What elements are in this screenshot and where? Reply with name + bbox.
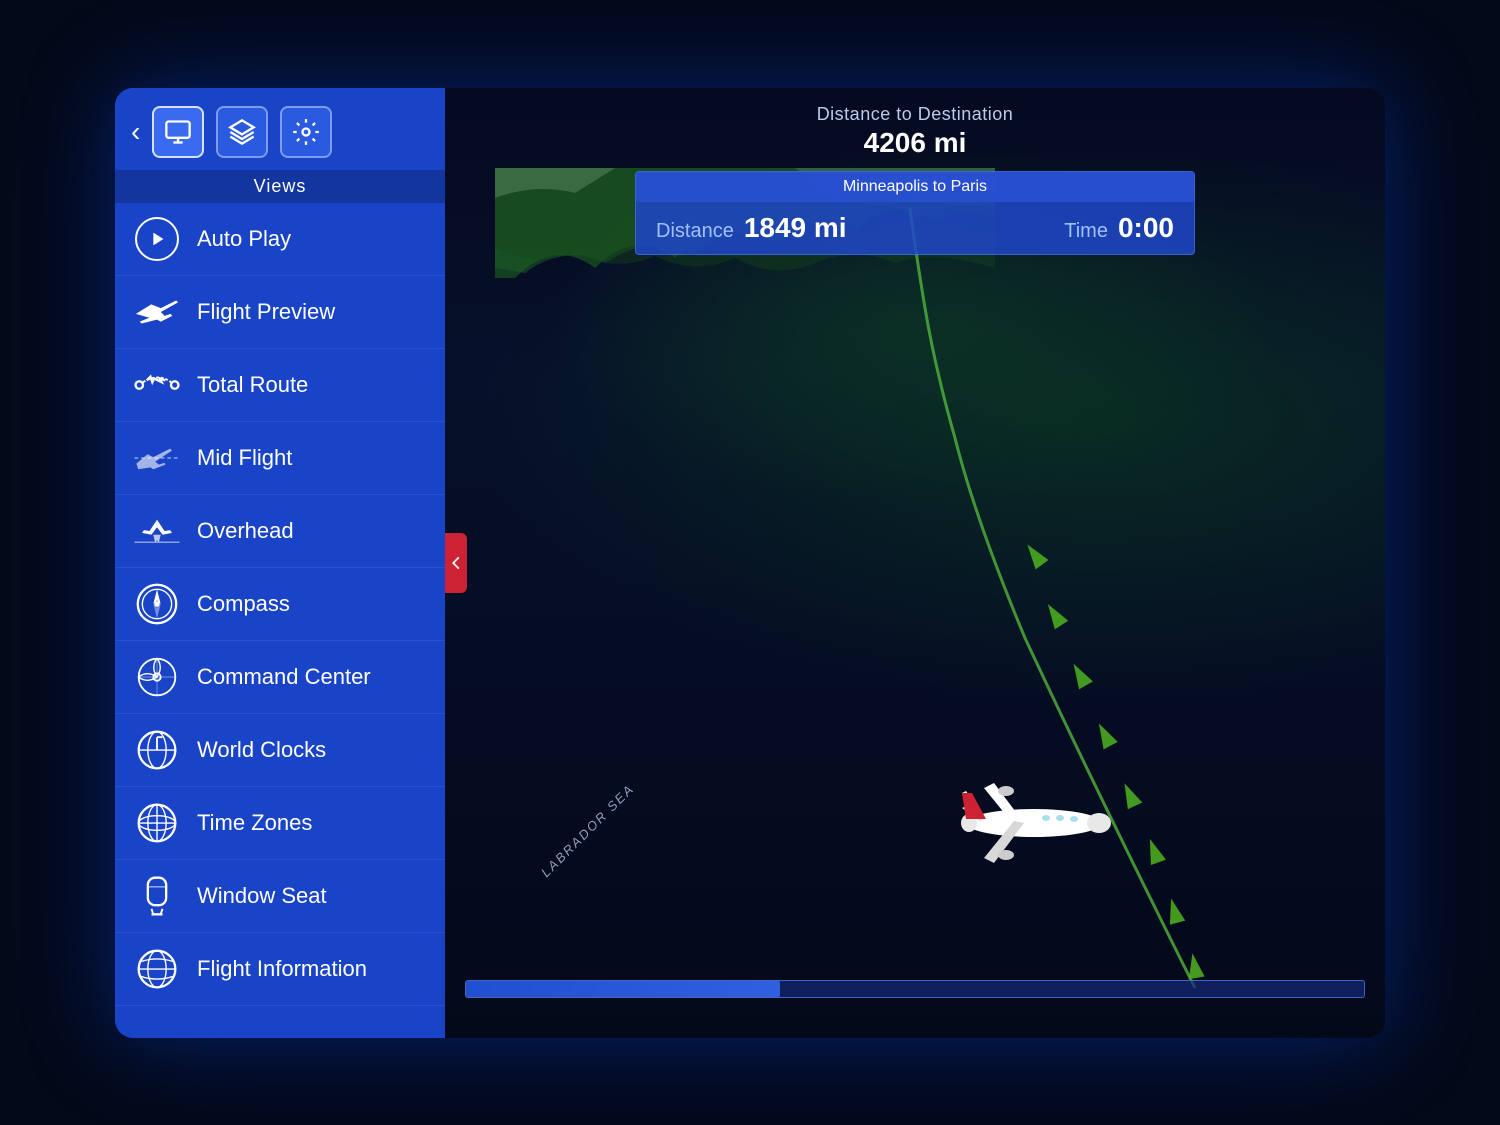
monitor-icon bbox=[164, 118, 192, 146]
sidebar-item-overhead[interactable]: Overhead bbox=[115, 495, 445, 568]
world-clocks-label: World Clocks bbox=[197, 737, 326, 763]
time-label: Time bbox=[1064, 220, 1108, 243]
compass-label: Compass bbox=[197, 591, 290, 617]
sidebar-item-total-route[interactable]: Total Route bbox=[115, 349, 445, 422]
window-seat-icon bbox=[131, 870, 183, 922]
main-content: Distance to Destination 4206 mi Minneapo… bbox=[445, 88, 1385, 1038]
compass-icon bbox=[131, 578, 183, 630]
sidebar: ‹ bbox=[115, 88, 445, 1038]
distance-value: 1849 mi bbox=[744, 212, 847, 244]
sidebar-item-world-clocks[interactable]: World Clocks bbox=[115, 714, 445, 787]
sidebar-item-flight-information[interactable]: Flight Information bbox=[115, 933, 445, 1006]
progress-bar-fill bbox=[466, 981, 780, 997]
overhead-label: Overhead bbox=[197, 518, 294, 544]
flight-preview-label: Flight Preview bbox=[197, 299, 335, 325]
sidebar-item-auto-play[interactable]: Auto Play bbox=[115, 203, 445, 276]
flight-information-icon bbox=[131, 943, 183, 995]
overhead-icon bbox=[131, 505, 183, 557]
time-zones-icon bbox=[131, 797, 183, 849]
gear-icon bbox=[292, 118, 320, 146]
flight-preview-icon bbox=[131, 286, 183, 338]
time-zones-label: Time Zones bbox=[197, 810, 312, 836]
route-details: Distance 1849 mi Time 0:00 bbox=[636, 202, 1194, 254]
screen-container: ‹ bbox=[115, 88, 1385, 1038]
distance-label: Distance bbox=[656, 220, 734, 243]
top-info: Distance to Destination 4206 mi Minneapo… bbox=[445, 88, 1385, 255]
distance-to-destination-label: Distance to Destination bbox=[817, 104, 1014, 125]
distance-stat: Distance 1849 mi bbox=[656, 212, 847, 244]
collapse-tab[interactable] bbox=[445, 533, 467, 593]
layers-icon bbox=[228, 118, 256, 146]
mid-flight-icon bbox=[131, 432, 183, 484]
back-button[interactable]: ‹ bbox=[131, 118, 140, 146]
sidebar-item-window-seat[interactable]: Window Seat bbox=[115, 860, 445, 933]
route-info-box: Minneapolis to Paris Distance 1849 mi Ti… bbox=[635, 171, 1195, 255]
command-center-label: Command Center bbox=[197, 664, 371, 690]
settings-icon-button[interactable] bbox=[280, 106, 332, 158]
time-stat: Time 0:00 bbox=[1064, 212, 1174, 244]
total-route-icon bbox=[131, 359, 183, 411]
play-icon bbox=[131, 213, 183, 265]
command-center-icon bbox=[131, 651, 183, 703]
mid-flight-label: Mid Flight bbox=[197, 445, 292, 471]
world-clocks-icon bbox=[131, 724, 183, 776]
progress-bar bbox=[465, 980, 1365, 998]
auto-play-label: Auto Play bbox=[197, 226, 291, 252]
window-seat-label: Window Seat bbox=[197, 883, 327, 909]
flight-information-label: Flight Information bbox=[197, 956, 367, 982]
sidebar-item-compass[interactable]: Compass bbox=[115, 568, 445, 641]
sidebar-item-time-zones[interactable]: Time Zones bbox=[115, 787, 445, 860]
menu-items: Auto Play Flight Preview bbox=[115, 203, 445, 1038]
sidebar-item-mid-flight[interactable]: Mid Flight bbox=[115, 422, 445, 495]
airplane bbox=[934, 763, 1134, 883]
sidebar-item-command-center[interactable]: Command Center bbox=[115, 641, 445, 714]
sidebar-item-flight-preview[interactable]: Flight Preview bbox=[115, 276, 445, 349]
time-value: 0:00 bbox=[1118, 212, 1174, 244]
chevron-left-icon bbox=[449, 556, 463, 570]
layers-icon-button[interactable] bbox=[216, 106, 268, 158]
distance-to-destination-value: 4206 mi bbox=[864, 127, 967, 159]
sidebar-top-bar: ‹ bbox=[115, 88, 445, 170]
views-label: Views bbox=[115, 170, 445, 203]
total-route-label: Total Route bbox=[197, 372, 308, 398]
views-icon-button[interactable] bbox=[152, 106, 204, 158]
route-header: Minneapolis to Paris bbox=[636, 172, 1194, 202]
